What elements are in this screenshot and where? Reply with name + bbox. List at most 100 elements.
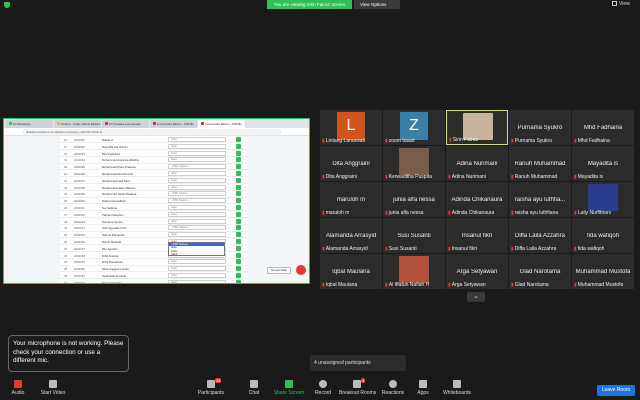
- student-id: 2201001: [74, 138, 85, 142]
- edit-icon[interactable]: [236, 266, 241, 272]
- grade-select[interactable]: Isian: [168, 157, 226, 163]
- student-name: Putri Agusalini Putri: [102, 226, 127, 231]
- student-name: Sinta Anggrek Lestari: [102, 267, 129, 272]
- participant-tile[interactable]: ▮Sirin Fairus: [446, 110, 508, 145]
- student-name: Mhd Fadhaina: [102, 151, 120, 156]
- record-button[interactable]: Record: [305, 380, 341, 400]
- shield-icon[interactable]: [4, 2, 10, 8]
- url-input[interactable]: siakad.univbatam.ac.id/adm/c-krs/input_n…: [22, 129, 282, 135]
- unassigned-participants[interactable]: 4 unassigned participants: [310, 355, 406, 371]
- edit-icon[interactable]: [236, 150, 241, 156]
- participant-tile[interactable]: Insanul fikri ▮Insanul fikri: [446, 218, 508, 253]
- edit-icon[interactable]: [236, 184, 241, 190]
- grade-select[interactable]: Isian: [168, 150, 226, 156]
- participant-tile[interactable]: Dita Anggraini ▮Dita Anggraini: [320, 146, 382, 181]
- participant-tile[interactable]: ▮Kerwaditha Puspita: [383, 146, 445, 181]
- participant-tile[interactable]: Mayadita is ▮Mayadita is: [572, 146, 634, 181]
- grade-select[interactable]: Isian: [168, 143, 226, 149]
- grade-select[interactable]: Isian: [168, 137, 226, 142]
- participants-button[interactable]: 28 Participants: [193, 378, 229, 400]
- edit-icon[interactable]: [236, 171, 241, 176]
- participant-tile[interactable]: Adina Nurimani ▮Adina Nurimani: [446, 146, 508, 181]
- participant-tile[interactable]: maruloh m ▮maruloh m: [320, 182, 382, 217]
- grade-select[interactable]: Isian: [168, 218, 226, 224]
- participant-tile[interactable]: Ranuh Muhammad ▮Ranuh Muhammad: [509, 146, 571, 181]
- grade-select[interactable]: Isian: [168, 171, 226, 176]
- edit-icon[interactable]: [236, 232, 241, 238]
- participant-tile[interactable]: Susi Susanti ▮Susi Susanti: [383, 218, 445, 253]
- edit-icon[interactable]: [236, 205, 241, 210]
- participant-tile[interactable]: Arga Setyawan ▮Arga Setyawan: [446, 254, 508, 289]
- grade-select[interactable]: Isian: [168, 279, 226, 283]
- status-dropdown[interactable]: --Pilih Status-- Isian Hadir Sakit: [168, 242, 225, 256]
- edit-icon[interactable]: [236, 177, 241, 183]
- edit-icon[interactable]: [236, 211, 241, 217]
- edit-icon[interactable]: [236, 164, 241, 170]
- grade-select[interactable]: Isian: [168, 205, 226, 210]
- leave-room-button[interactable]: Leave Room: [597, 385, 635, 396]
- chat-button[interactable]: Chat: [236, 380, 272, 400]
- grade-select[interactable]: --Pilih Status--: [168, 225, 226, 231]
- participant-tile[interactable]: Diffa Laila Azzahra ▮Diffa Laila Azzahra: [509, 218, 571, 253]
- edit-icon[interactable]: [236, 239, 241, 244]
- participant-name: Arga Setyawan: [456, 269, 498, 275]
- view-button[interactable]: View: [612, 1, 630, 7]
- edit-icon[interactable]: [236, 157, 241, 163]
- grade-select[interactable]: --Pilih Status--: [168, 164, 226, 170]
- grade-select[interactable]: Isian: [168, 232, 226, 238]
- edit-icon[interactable]: [236, 273, 241, 278]
- grade-select[interactable]: Isian: [168, 273, 226, 278]
- participant-tile[interactable]: Adinda Chikanaura ▮Adinda Chikanaura: [446, 182, 508, 217]
- grade-select[interactable]: --Pilih Status--: [168, 198, 226, 204]
- participant-tile[interactable]: Mhd Fadhaina ▮Mhd Fadhaina: [572, 110, 634, 145]
- grade-select[interactable]: Isian: [168, 266, 226, 272]
- shared-screen[interactable]: Di WhatsApp Outline - Kelas Teknik Elekt…: [3, 118, 310, 284]
- browser-tab[interactable]: Outline - Kelas Teknik Elektro: [54, 120, 101, 128]
- edit-icon[interactable]: [236, 218, 241, 224]
- grade-select[interactable]: Isian: [168, 259, 226, 265]
- edit-icon[interactable]: [236, 245, 241, 251]
- breakout-rooms-button[interactable]: 4 Breakout Rooms: [339, 378, 376, 400]
- start-video-button[interactable]: Start Video: [35, 380, 71, 400]
- apps-button[interactable]: Apps: [405, 380, 441, 400]
- edit-icon[interactable]: [236, 225, 241, 231]
- audio-button[interactable]: Audio: [0, 380, 36, 400]
- participant-tile[interactable]: ▮Al Iffatun Nafiah H: [383, 254, 445, 289]
- student-id: 2201008: [74, 185, 85, 190]
- student-name: Muhammad Hadi Mrol: [102, 178, 130, 183]
- edit-icon[interactable]: [236, 279, 241, 283]
- share-screen-button[interactable]: Share Screen: [271, 380, 307, 400]
- browser-tab-active[interactable]: Universitas Batam - SIM Bo: [198, 120, 245, 128]
- browser-tab[interactable]: Universitas Batam - SIM Bo: [150, 120, 197, 128]
- edit-icon[interactable]: [236, 198, 241, 204]
- view-options-button[interactable]: View Options: [354, 0, 400, 9]
- grade-select[interactable]: Isian: [168, 211, 226, 217]
- edit-icon[interactable]: [236, 143, 241, 149]
- grade-select[interactable]: Isian: [168, 184, 226, 190]
- participant-tile[interactable]: ▮Laily Nurfitriani: [572, 182, 634, 217]
- participant-tile[interactable]: L ▮Lintang Laraswati: [320, 110, 382, 145]
- dropdown-option[interactable]: Sakit: [169, 252, 224, 256]
- participant-tile[interactable]: junia alfa nessa ▮junia alfa nessa: [383, 182, 445, 217]
- whiteboards-button[interactable]: Whiteboards: [439, 380, 475, 400]
- browser-tab[interactable]: STI bahasa perusahaan: [102, 120, 149, 128]
- participant-tile[interactable]: Alamanda Arrasyid ▮Alamanda Arrasyid: [320, 218, 382, 253]
- participant-tile[interactable]: fida wafiqoh ▮fida wafiqoh: [572, 218, 634, 253]
- participant-tile[interactable]: raisha ayu luthfia... ▮raisha ayu luthfia…: [509, 182, 571, 217]
- grade-select[interactable]: --Pilih Status--: [168, 191, 226, 197]
- edit-icon[interactable]: [236, 191, 241, 197]
- edit-icon[interactable]: [236, 259, 241, 265]
- participant-tile[interactable]: Purnama Syukro ▮Purnama Syukro: [509, 110, 571, 145]
- grade-select[interactable]: Isian: [168, 177, 226, 183]
- participant-tile[interactable]: Iqbal Maulana ▮Iqbal Maulana: [320, 254, 382, 289]
- participant-tile[interactable]: Z ▮zoom baadi: [383, 110, 445, 145]
- participant-label: ▮maruloh m: [322, 210, 349, 216]
- participant-tile[interactable]: Muhammad Mustofa ▮Muhammad Mustofa: [572, 254, 634, 289]
- edit-icon[interactable]: [236, 137, 241, 142]
- save-grades-button[interactable]: Simpan Nilai: [267, 267, 291, 274]
- browser-tab[interactable]: Di WhatsApp: [6, 120, 53, 128]
- chevron-down-icon[interactable]: ⌄: [467, 292, 485, 302]
- chat-bubble-icon[interactable]: [296, 265, 306, 275]
- participant-tile[interactable]: Glad Narotama ▮Glad Narotama: [509, 254, 571, 289]
- edit-icon[interactable]: [236, 252, 241, 258]
